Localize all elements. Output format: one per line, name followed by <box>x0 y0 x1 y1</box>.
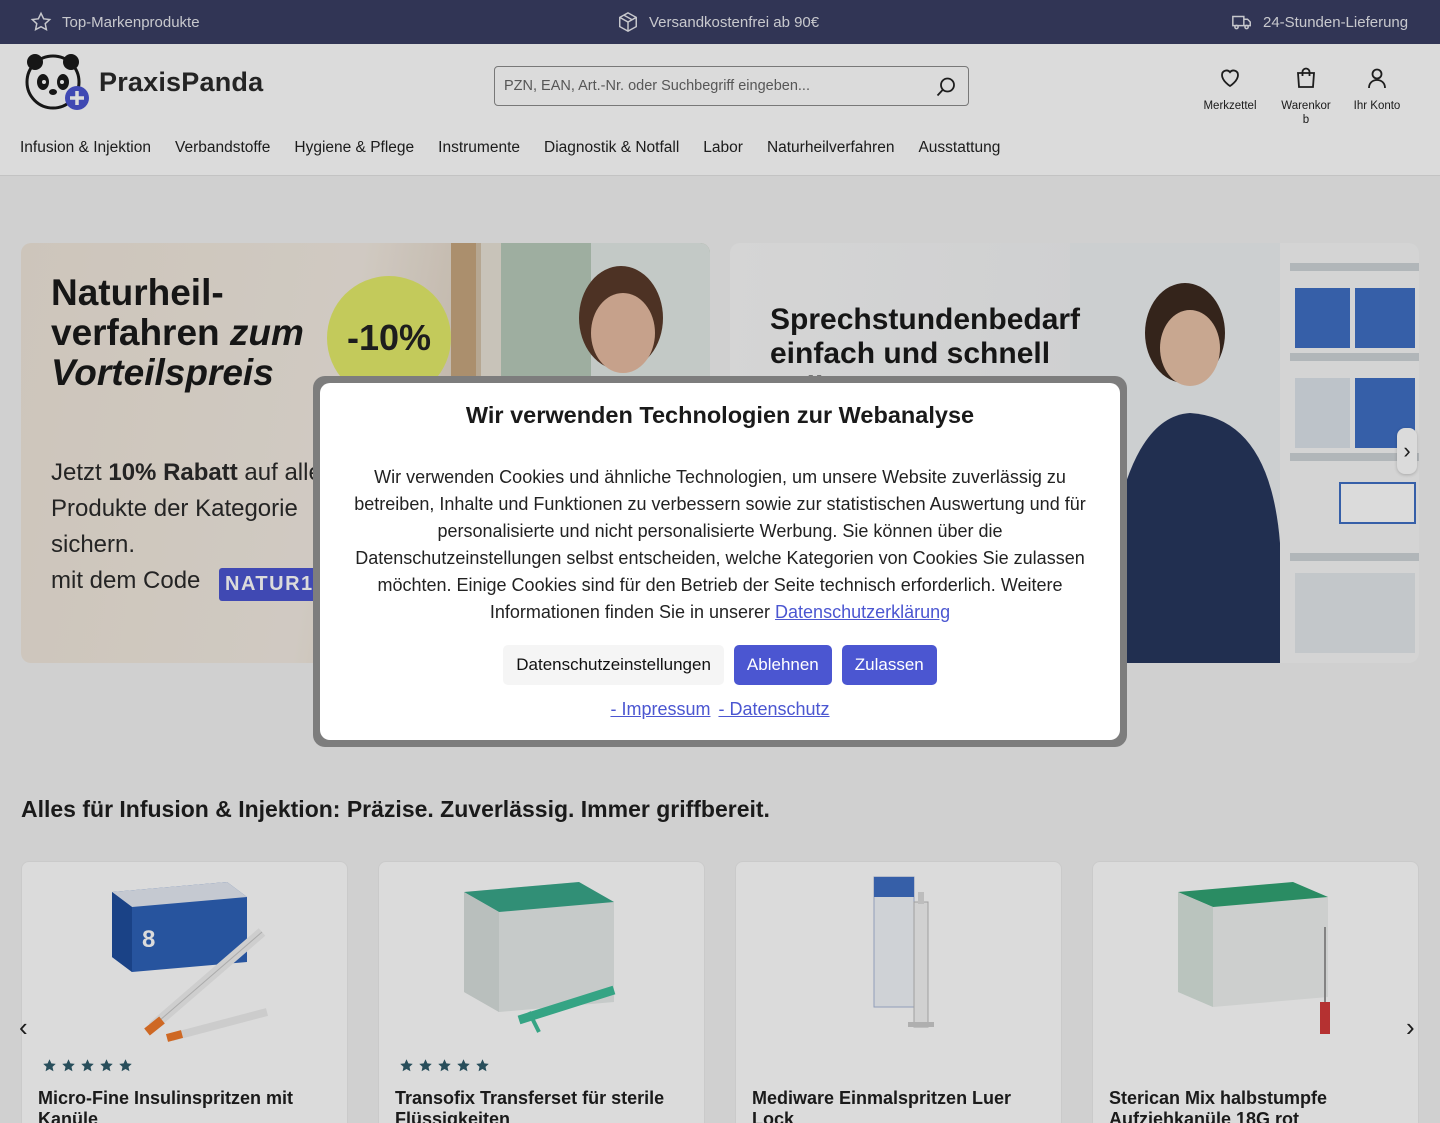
cookie-dialog-body: Wir verwenden Cookies und ähnliche Techn… <box>338 464 1102 626</box>
accept-button[interactable]: Zulassen <box>841 645 937 685</box>
decline-button[interactable]: Ablehnen <box>733 645 832 685</box>
cookie-button-row: Datenschutzeinstellungen Ablehnen Zulass… <box>320 645 1120 685</box>
privacy-policy-link[interactable]: Datenschutzerklärung <box>775 602 950 622</box>
cookie-consent-dialog: Wir verwenden Technologien zur Webanalys… <box>320 383 1120 740</box>
cookie-footer-links: - Impressum - Datenschutz <box>320 699 1120 720</box>
datenschutz-link[interactable]: - Datenschutz <box>718 699 829 720</box>
impressum-link[interactable]: - Impressum <box>610 699 710 720</box>
privacy-settings-button[interactable]: Datenschutzeinstellungen <box>503 645 724 685</box>
cookie-dialog-text: Wir verwenden Cookies und ähnliche Techn… <box>354 467 1086 622</box>
cookie-dialog-title: Wir verwenden Technologien zur Webanalys… <box>465 402 975 428</box>
